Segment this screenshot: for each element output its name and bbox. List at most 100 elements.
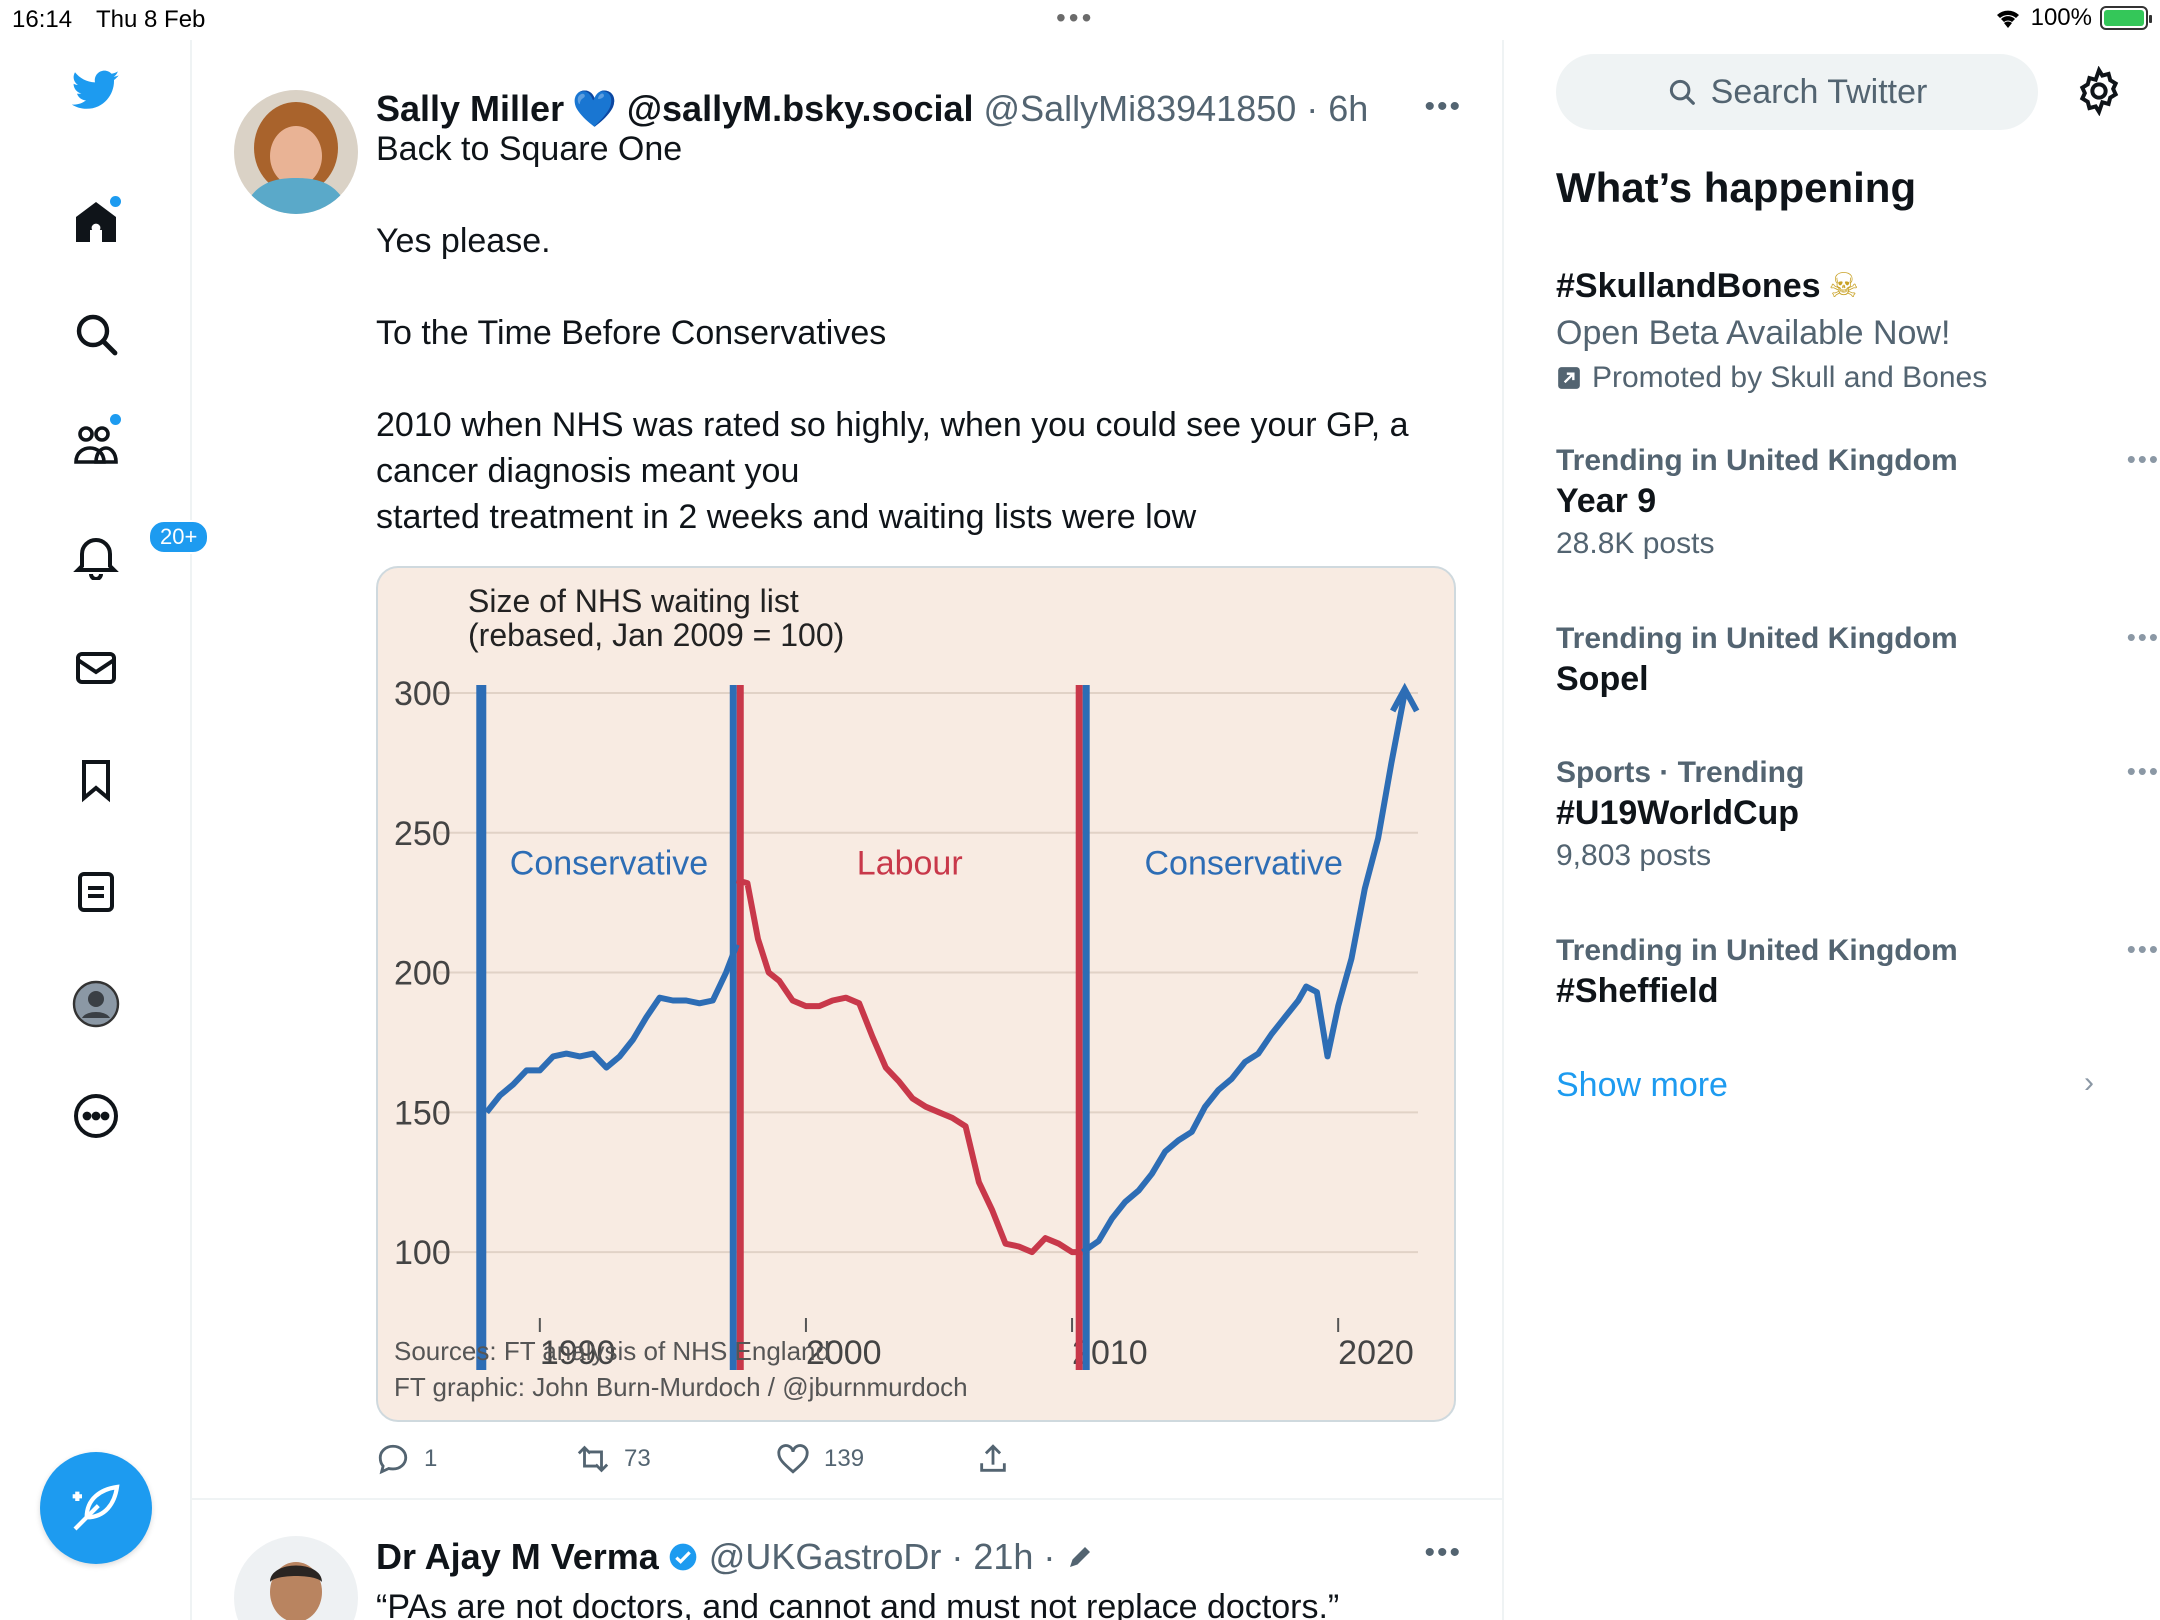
- notifications-bell-icon[interactable]: 20+: [60, 520, 210, 592]
- trend-item[interactable]: Trending in United Kingdom Sopel •••: [1556, 622, 2158, 699]
- trend-item[interactable]: Sports · Trending #U19WorldCup 9,803 pos…: [1556, 756, 2158, 873]
- pencil-icon: [1070, 1547, 1091, 1567]
- handle-time[interactable]: @UKGastroDr · 21h ·: [709, 1536, 1056, 1578]
- trend-title: #Sheffield: [1556, 972, 1719, 1010]
- tweet-more-icon[interactable]: •••: [1424, 1536, 1462, 1570]
- lists-icon[interactable]: [60, 856, 132, 928]
- period-divider: [1075, 685, 1083, 1370]
- twitter-logo-icon[interactable]: [60, 54, 132, 126]
- left-nav: 20+: [0, 40, 210, 1620]
- battery-icon: [2100, 6, 2152, 30]
- y-tick-label: 300: [394, 675, 451, 713]
- trend-more-icon[interactable]: •••: [2127, 756, 2160, 787]
- search-input[interactable]: Search Twitter: [1556, 54, 2038, 130]
- tweet-line: Back to Square One: [376, 130, 683, 168]
- display-name[interactable]: Sally Miller: [376, 88, 564, 130]
- chart-title: Size of NHS waiting list: [468, 583, 799, 619]
- y-tick-label: 100: [394, 1234, 451, 1272]
- handle-time[interactable]: @SallyMi83941850 · 6h: [984, 88, 1369, 130]
- chart-period-lines: Conservative Labour Conservative: [476, 685, 1343, 1370]
- trend-posts: 9,803 posts: [1556, 839, 1712, 872]
- more-options-icon[interactable]: [60, 1080, 132, 1152]
- chart-source-1: Sources: FT analysis of NHS England: [394, 1336, 830, 1366]
- trend-item[interactable]: Trending in United Kingdom #Sheffield ••…: [1556, 934, 2158, 1011]
- alt-handle: @sallyM.bsky.social: [626, 88, 974, 129]
- avatar[interactable]: [234, 90, 358, 214]
- tweet-line: started treatment in 2 weeks and waiting…: [376, 498, 1197, 536]
- avatar[interactable]: [234, 1536, 358, 1620]
- trend-more-icon[interactable]: •••: [2127, 934, 2160, 965]
- profile-avatar-icon[interactable]: [60, 968, 132, 1040]
- chevron-right-icon: ›: [2084, 1066, 2094, 1099]
- status-right: 100%: [1993, 4, 2152, 32]
- tweet-line: To the Time Before Conservatives: [376, 314, 887, 352]
- y-tick-label: 250: [394, 815, 451, 853]
- settings-gear-icon[interactable]: [2074, 66, 2124, 116]
- verified-badge-icon: [669, 1543, 697, 1571]
- nhs-waiting-list-chart: Size of NHS waiting list (rebased, Jan 2…: [394, 583, 1420, 1402]
- status-bar: 16:14 Thu 8 Feb ••• 100%: [0, 0, 2160, 40]
- wifi-icon: [1996, 10, 2019, 28]
- retweet-button[interactable]: 73: [576, 1442, 776, 1476]
- share-icon: [980, 1444, 1006, 1472]
- show-more-link[interactable]: Show more: [1556, 1066, 1728, 1105]
- communities-new-dot: [110, 414, 121, 425]
- reply-button[interactable]: 1: [376, 1442, 576, 1476]
- period-label: Conservative: [1144, 845, 1342, 883]
- chart-gridlines: [438, 692, 1418, 1254]
- y-tick-label: 200: [394, 955, 451, 993]
- reply-icon: [378, 1444, 408, 1475]
- trend-more-icon[interactable]: •••: [2127, 622, 2160, 653]
- tweet-more-icon[interactable]: •••: [1424, 90, 1462, 124]
- tweet[interactable]: Dr Ajay M Verma @UKGastroDr · 21h · ••• …: [192, 1502, 1504, 1620]
- tweet-line: Yes please.: [376, 222, 551, 260]
- like-count: 139: [824, 1445, 865, 1472]
- share-button[interactable]: [976, 1442, 1176, 1476]
- multitasking-dots-icon[interactable]: •••: [1056, 2, 1094, 34]
- promoted-trend[interactable]: #SkullandBones ☠ Open Beta Available Now…: [1556, 262, 2116, 395]
- messages-envelope-icon[interactable]: [60, 632, 132, 704]
- skull-crossbones-emoji: ☠: [1828, 267, 1859, 305]
- trend-meta: Trending in United Kingdom: [1556, 444, 1958, 477]
- period-divider: [1082, 685, 1090, 1370]
- tweet-line-blank: [376, 172, 1456, 218]
- battery-percent: 100%: [2030, 4, 2092, 31]
- trend-title: Year 9: [1556, 482, 1657, 520]
- period-divider: [729, 685, 737, 1370]
- tweet-header: Dr Ajay M Verma @UKGastroDr · 21h ·: [376, 1536, 1095, 1578]
- compose-tweet-button[interactable]: [40, 1452, 152, 1564]
- tweet-text: Back to Square One Yes please. To the Ti…: [376, 126, 1456, 540]
- display-name[interactable]: Dr Ajay M Verma: [376, 1536, 659, 1578]
- tweet-line-blank: [376, 356, 1456, 402]
- status-date: Thu 8 Feb: [96, 6, 206, 33]
- bookmarks-icon[interactable]: [60, 744, 132, 816]
- trend-meta: Sports · Trending: [1556, 756, 1805, 789]
- period-divider: [476, 685, 487, 1370]
- status-time: 16:14: [12, 6, 73, 33]
- tweet-header: Sally Miller 💙 @sallyM.bsky.social @Sall…: [376, 88, 1368, 130]
- promoted-title: #SkullandBones: [1556, 266, 1821, 305]
- promoted-subtitle: Open Beta Available Now!: [1556, 314, 1951, 352]
- promoted-by: Promoted by Skull and Bones: [1592, 361, 1988, 394]
- trend-meta: Trending in United Kingdom: [1556, 934, 1958, 967]
- search-icon: [1669, 79, 1695, 105]
- trend-item[interactable]: Trending in United Kingdom Year 9 28.8K …: [1556, 444, 2158, 561]
- retweet-count: 73: [624, 1445, 651, 1472]
- promoted-icon: [1558, 367, 1580, 389]
- x-tick-label: 2020: [1338, 1334, 1414, 1372]
- tweet-line-blank: [376, 264, 1456, 310]
- trend-meta: Trending in United Kingdom: [1556, 622, 1958, 655]
- communities-icon[interactable]: [60, 408, 132, 480]
- explore-search-icon[interactable]: [60, 298, 132, 370]
- home-icon[interactable]: [60, 186, 132, 258]
- home-new-dot: [110, 196, 121, 207]
- like-button[interactable]: 139: [776, 1442, 976, 1476]
- tweet[interactable]: Sally Miller 💙 @sallyM.bsky.social @Sall…: [192, 50, 1504, 1500]
- trend-more-icon[interactable]: •••: [2127, 444, 2160, 475]
- trend-posts: 28.8K posts: [1556, 527, 1715, 560]
- tweet-line: cancer diagnosis meant you: [376, 452, 800, 490]
- period-divider: [736, 685, 744, 1370]
- trend-title: Sopel: [1556, 660, 1649, 698]
- series-line: [736, 877, 1083, 1256]
- tweet-chart-image[interactable]: Size of NHS waiting list (rebased, Jan 2…: [376, 566, 1456, 1422]
